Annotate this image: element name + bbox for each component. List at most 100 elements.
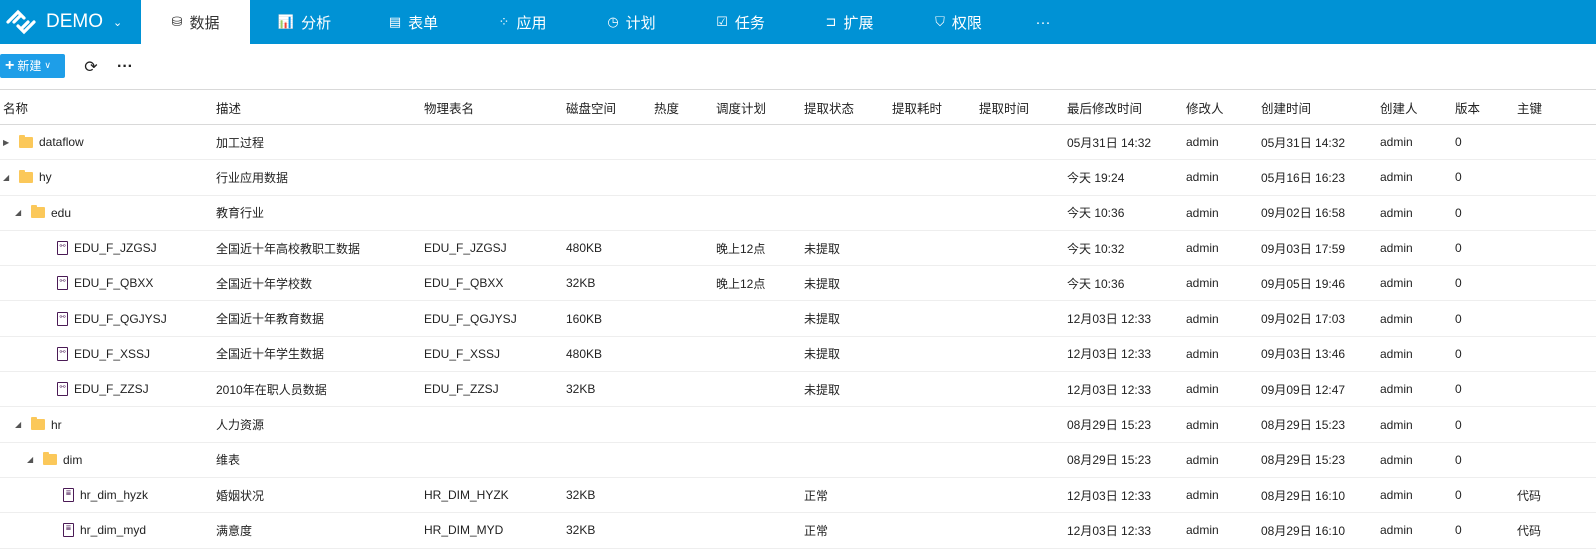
- cell: 12月03日 12:33: [1067, 382, 1152, 397]
- name-label: EDU_F_QGJYSJ: [74, 311, 167, 326]
- cell: admin: [1380, 135, 1413, 150]
- name-cell[interactable]: ⚯ EDU_F_ZZSJ: [57, 382, 149, 397]
- name-cell[interactable]: ⚯ EDU_F_QGJYSJ: [57, 311, 167, 326]
- column-header[interactable]: 描述: [216, 98, 241, 117]
- cell: admin: [1186, 346, 1219, 361]
- nav-tab-6[interactable]: ⊐ 扩展: [795, 0, 904, 44]
- cell: 婚姻状况: [216, 488, 265, 503]
- name-label: EDU_F_QBXX: [74, 276, 154, 291]
- name-cell[interactable]: ≣ hr_dim_myd: [63, 523, 146, 538]
- column-header[interactable]: 创建时间: [1261, 98, 1311, 117]
- cell: EDU_F_XSSJ: [424, 346, 501, 361]
- dataflow-file-icon: ⚯: [57, 276, 68, 291]
- column-header[interactable]: 名称: [3, 98, 28, 117]
- cell: 05月31日 14:32: [1261, 135, 1346, 150]
- cell: 09月02日 16:58: [1261, 206, 1346, 221]
- column-header[interactable]: 最后修改时间: [1067, 98, 1142, 117]
- name-cell[interactable]: ◢ hy: [3, 169, 52, 185]
- cell: 未提取: [804, 276, 841, 291]
- cell: 480KB: [566, 346, 603, 361]
- cell: admin: [1186, 276, 1219, 291]
- name-label: dataflow: [39, 135, 84, 150]
- task-icon: ☑: [716, 14, 728, 29]
- folder-icon: [31, 205, 45, 219]
- nav-tab-4[interactable]: ◷ 计划: [577, 0, 686, 44]
- nav-tab-label: 数据: [189, 14, 220, 32]
- column-header[interactable]: 提取状态: [804, 98, 854, 117]
- name-cell[interactable]: ◢ dim: [27, 452, 82, 467]
- name-cell[interactable]: ⚯ EDU_F_JZGSJ: [57, 241, 157, 256]
- column-header[interactable]: 版本: [1455, 98, 1480, 117]
- table-row[interactable]: ⚯ EDU_F_JZGSJ 全国近十年高校教职工数据 EDU_F_JZGSJ 480KB…: [0, 231, 1596, 267]
- nav-tab-5[interactable]: ☑ 任务: [686, 0, 795, 44]
- name-cell[interactable]: ⚯ EDU_F_XSSJ: [57, 346, 150, 361]
- cell: admin: [1380, 170, 1413, 185]
- nav-tab-3[interactable]: ⁘ 应用: [468, 0, 577, 44]
- collapse-icon[interactable]: ◢: [27, 455, 37, 464]
- cell: 0: [1455, 170, 1462, 185]
- table-row[interactable]: ⚯ EDU_F_ZZSJ 2010年在职人员数据 EDU_F_ZZSJ 32KB 未提取 1…: [0, 372, 1596, 408]
- name-label: hy: [39, 170, 52, 185]
- new-button-label: 新建: [17, 59, 42, 73]
- new-button[interactable]: + 新建 ∨: [0, 53, 65, 78]
- nav-tab-8[interactable]: ···: [1013, 0, 1073, 44]
- nav-tab-label: 任务: [734, 14, 765, 32]
- name-cell[interactable]: ▶ dataflow: [3, 134, 84, 150]
- cell: admin: [1186, 417, 1219, 432]
- cell: 12月03日 12:33: [1067, 488, 1152, 503]
- column-header[interactable]: 提取时间: [979, 98, 1029, 117]
- cell: admin: [1380, 417, 1413, 432]
- column-header[interactable]: 创建人: [1380, 98, 1418, 117]
- collapse-icon[interactable]: ◢: [15, 208, 25, 217]
- column-header[interactable]: 调度计划: [716, 98, 766, 117]
- cell: 32KB: [566, 276, 596, 291]
- nav-tab-2[interactable]: ▤ 表单: [359, 0, 468, 44]
- cell: 09月03日 17:59: [1261, 241, 1346, 256]
- table-row[interactable]: ≣ hr_dim_hyzk 婚姻状况 HR_DIM_HYZK 32KB 正常 12月03日 …: [0, 478, 1596, 514]
- cell: 12月03日 12:33: [1067, 347, 1152, 362]
- table-row[interactable]: ◢ edu 教育行业 今天 10:36 admin 09月02日 16:58 admin 0: [0, 196, 1596, 231]
- column-header[interactable]: 主键: [1517, 98, 1542, 117]
- collapse-icon[interactable]: ◢: [3, 173, 13, 182]
- cell: 维表: [216, 453, 241, 468]
- more-icon[interactable]: ···: [114, 58, 136, 76]
- cell: admin: [1186, 523, 1219, 538]
- app-switcher[interactable]: DEMO ⌄: [0, 0, 141, 44]
- chevron-down-icon: ⌄: [113, 16, 123, 29]
- table-row[interactable]: ◢ hy 行业应用数据 今天 19:24 admin 05月16日 16:23 admin 0: [0, 160, 1596, 196]
- cell: 09月02日 17:03: [1261, 312, 1346, 327]
- name-cell[interactable]: ⚯ EDU_F_QBXX: [57, 276, 154, 291]
- cell: 全国近十年学生数据: [216, 347, 325, 362]
- refresh-icon[interactable]: ⟳: [80, 57, 102, 77]
- name-label: edu: [51, 205, 72, 220]
- collapse-icon[interactable]: ◢: [15, 420, 25, 429]
- nav-tab-0[interactable]: ⛁ 数据: [141, 0, 250, 44]
- cell: 0: [1455, 205, 1462, 220]
- cell: 32KB: [566, 523, 596, 538]
- column-header[interactable]: 热度: [654, 98, 679, 117]
- main-nav: ⛁ 数据 📊 分析 ▤ 表单 ⁘ 应用 ◷ 计划 ☑ 任务 ⊐ 扩展 ⛉ 权限 ···: [141, 0, 1073, 44]
- name-cell[interactable]: ◢ edu: [15, 205, 72, 220]
- name-cell[interactable]: ≣ hr_dim_hyzk: [63, 488, 148, 503]
- name-cell[interactable]: ◢ hr: [15, 417, 62, 432]
- expand-icon[interactable]: ▶: [3, 138, 13, 147]
- table-row[interactable]: ◢ dim 维表 08月29日 15:23 admin 08月29日 15:23 admin…: [0, 443, 1596, 478]
- table-row[interactable]: ◢ hr 人力资源 08月29日 15:23 admin 08月29日 15:23 admi…: [0, 407, 1596, 443]
- cell: 08月29日 15:23: [1261, 418, 1346, 433]
- table-row[interactable]: ⚯ EDU_F_QGJYSJ 全国近十年教育数据 EDU_F_QGJYSJ 160KB 未…: [0, 301, 1596, 337]
- dataflow-file-icon: ⚯: [57, 382, 68, 397]
- nav-tab-1[interactable]: 📊 分析: [250, 0, 359, 44]
- column-header[interactable]: 磁盘空间: [566, 98, 616, 117]
- table-row[interactable]: ≣ hr_dim_myd 满意度 HR_DIM_MYD 32KB 正常 12月03日 12:…: [0, 513, 1596, 549]
- cell: admin: [1186, 135, 1219, 150]
- column-header[interactable]: 提取耗时: [892, 98, 942, 117]
- nav-tab-label: 表单: [408, 14, 439, 32]
- table-row[interactable]: ⚯ EDU_F_QBXX 全国近十年学校数 EDU_F_QBXX 32KB 晚上12点 未提…: [0, 266, 1596, 302]
- table-row[interactable]: ▶ dataflow 加工过程 05月31日 14:32 admin 05月31日 14:…: [0, 125, 1596, 161]
- cell: 代码: [1517, 488, 1542, 503]
- column-header[interactable]: 物理表名: [424, 98, 474, 117]
- table-row[interactable]: ⚯ EDU_F_XSSJ 全国近十年学生数据 EDU_F_XSSJ 480KB 未提取 12…: [0, 337, 1596, 373]
- nav-tab-7[interactable]: ⛉ 权限: [904, 0, 1013, 44]
- column-header[interactable]: 修改人: [1186, 98, 1224, 117]
- cell: 05月31日 14:32: [1067, 135, 1152, 150]
